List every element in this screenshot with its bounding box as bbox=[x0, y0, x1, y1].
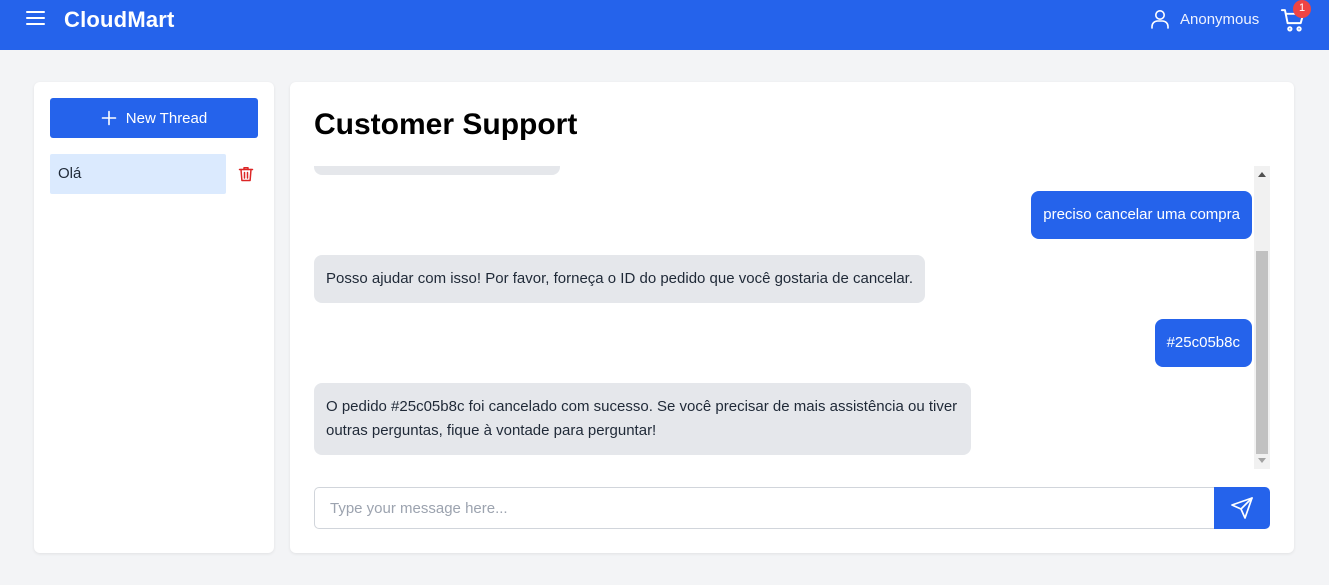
page-title: Customer Support bbox=[314, 108, 578, 141]
scrollbar-thumb[interactable] bbox=[1256, 251, 1268, 454]
user-icon bbox=[1151, 10, 1169, 29]
user-message: #25c05b8c bbox=[1154, 319, 1252, 367]
user-menu[interactable]: Anonymous bbox=[1148, 6, 1259, 32]
message-input-wrapper bbox=[314, 487, 1214, 529]
menu-icon[interactable] bbox=[26, 9, 46, 27]
assistant-message: Posso ajudar com isso! Por favor, forneç… bbox=[314, 255, 926, 303]
top-navbar: CloudMart Anonymous 1 bbox=[0, 0, 1329, 50]
message-input[interactable] bbox=[315, 488, 1214, 528]
message-bubble-partial bbox=[314, 166, 560, 175]
user-message: preciso cancelar uma compra bbox=[1031, 191, 1252, 239]
plus-icon bbox=[101, 110, 117, 126]
scroll-up-arrow[interactable] bbox=[1258, 172, 1266, 177]
new-thread-button[interactable]: New Thread bbox=[50, 98, 258, 138]
scroll-down-arrow[interactable] bbox=[1258, 458, 1266, 463]
message-list[interactable]: preciso cancelar uma compra Posso ajudar… bbox=[314, 166, 1269, 469]
user-name: Anonymous bbox=[1180, 10, 1260, 28]
brand-logo[interactable]: CloudMart bbox=[64, 7, 175, 33]
cart-count-badge: 1 bbox=[1293, 0, 1311, 18]
support-chat-panel: Customer Support preciso cancelar uma co… bbox=[290, 82, 1294, 553]
message-scrollbar[interactable] bbox=[1254, 166, 1270, 469]
thread-sidebar: New Thread Olá bbox=[34, 82, 274, 553]
new-thread-label: New Thread bbox=[125, 109, 208, 127]
trash-icon[interactable] bbox=[237, 165, 255, 183]
send-button[interactable] bbox=[1214, 487, 1270, 529]
thread-item[interactable]: Olá bbox=[50, 154, 226, 194]
send-icon bbox=[1231, 497, 1253, 519]
assistant-message: O pedido #25c05b8c foi cancelado com suc… bbox=[314, 383, 971, 455]
